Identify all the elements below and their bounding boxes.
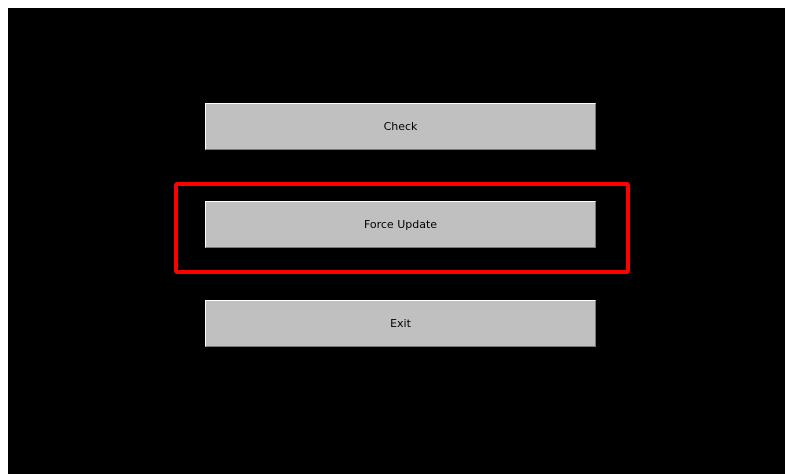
force-update-button-label: Force Update — [363, 218, 438, 231]
app-screen: Check Force Update Exit — [8, 8, 785, 474]
force-update-button[interactable]: Force Update — [205, 201, 596, 248]
check-button[interactable]: Check — [205, 103, 596, 150]
exit-button-label: Exit — [390, 317, 411, 330]
check-button-label: Check — [383, 120, 418, 133]
exit-button[interactable]: Exit — [205, 300, 596, 347]
